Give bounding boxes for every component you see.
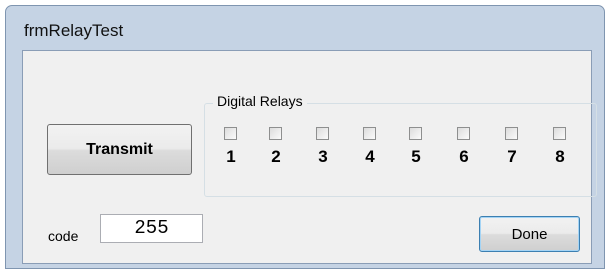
relay-6: 6 [449, 127, 479, 177]
dialog-client-area: Transmit Digital Relays 1 2 3 4 5 6 7 8 … [22, 50, 597, 264]
relay-2-label: 2 [271, 147, 281, 166]
relay-3-checkbox[interactable] [316, 127, 329, 140]
relay-1-checkbox[interactable] [224, 127, 237, 140]
digital-relays-label: Digital Relays [213, 93, 307, 109]
relay-7-checkbox[interactable] [505, 127, 518, 140]
relay-8-label: 8 [555, 147, 565, 166]
relay-7-label: 7 [507, 147, 517, 166]
code-field[interactable]: 255 [100, 214, 203, 243]
relay-4: 4 [355, 127, 385, 177]
relay-4-label: 4 [365, 147, 375, 166]
relay-5: 5 [401, 127, 431, 177]
relay-3: 3 [308, 127, 338, 177]
relay-4-checkbox[interactable] [363, 127, 376, 140]
relay-5-label: 5 [411, 147, 421, 166]
relay-8: 8 [545, 127, 575, 177]
transmit-button[interactable]: Transmit [47, 124, 192, 175]
relay-1-label: 1 [226, 147, 236, 166]
relay-2-checkbox[interactable] [269, 127, 282, 140]
relay-6-checkbox[interactable] [457, 127, 470, 140]
code-label: code [48, 228, 79, 244]
relay-7: 7 [497, 127, 527, 177]
relay-6-label: 6 [459, 147, 469, 166]
done-button[interactable]: Done [479, 216, 580, 252]
relay-5-checkbox[interactable] [409, 127, 422, 140]
relay-3-label: 3 [318, 147, 328, 166]
window-title: frmRelayTest [24, 21, 124, 40]
relay-8-checkbox[interactable] [553, 127, 566, 140]
relay-1: 1 [216, 127, 246, 177]
relay-2: 2 [261, 127, 291, 177]
dialog-window: frmRelayTest Transmit Digital Relays 1 2… [5, 5, 605, 269]
